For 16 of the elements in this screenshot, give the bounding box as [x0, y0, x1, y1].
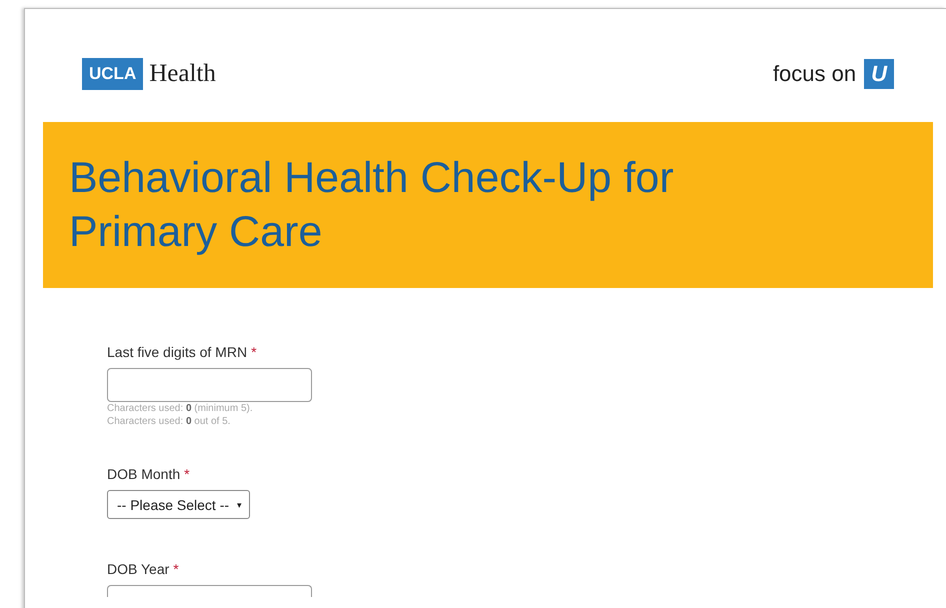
field-label: DOB Month — [107, 466, 180, 482]
character-count: Characters used: 0 out of 5. — [107, 415, 232, 428]
logo-text: Health — [149, 60, 216, 88]
tagline-badge: U — [864, 59, 894, 89]
input-field[interactable] — [107, 585, 312, 597]
logo-badge: UCLA — [82, 58, 144, 90]
required-mark: * — [251, 344, 257, 360]
field-label: DOB Year — [107, 561, 170, 577]
field-label: Last five digits of MRN — [107, 344, 248, 360]
month-dropdown[interactable]: -- Please Select -- ▾ — [107, 490, 250, 519]
required-mark: * — [173, 561, 179, 577]
page-title: Behavioral Health Check-Up for Primary Care — [69, 153, 675, 258]
character-count: Characters used: 0 (minimum 5). — [107, 402, 254, 415]
required-mark: * — [184, 466, 190, 482]
tagline: focus on — [772, 61, 856, 87]
input-field[interactable] — [107, 368, 312, 402]
